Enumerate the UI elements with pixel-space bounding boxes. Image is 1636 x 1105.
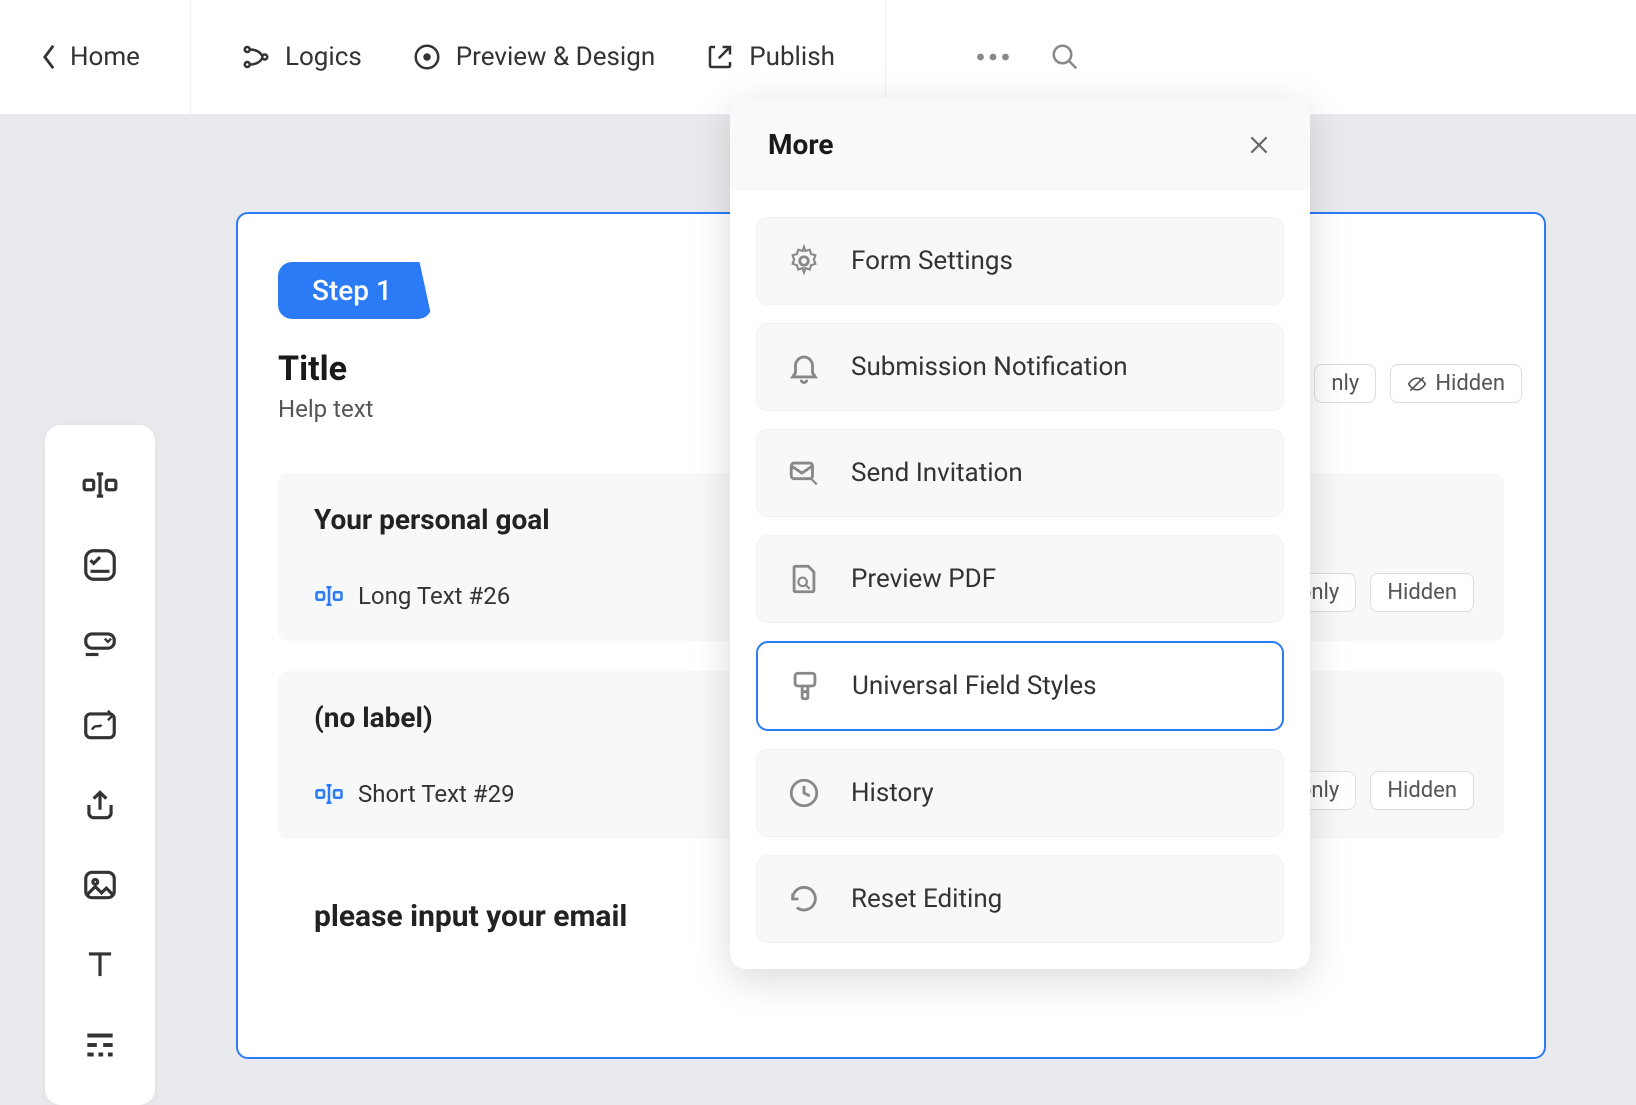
long-text-icon — [314, 581, 344, 611]
popup-send-invitation[interactable]: Send Invitation — [756, 429, 1284, 517]
pill-label: Hidden — [1387, 580, 1457, 605]
home-button[interactable]: Home — [40, 0, 191, 114]
popup-item-label: History — [851, 778, 934, 808]
home-label: Home — [70, 42, 140, 72]
popup-item-label: Universal Field Styles — [852, 671, 1097, 701]
nav-logics[interactable]: Logics — [241, 42, 362, 72]
sidebar-text-input[interactable] — [80, 465, 120, 505]
popup-item-label: Send Invitation — [851, 458, 1023, 488]
logics-icon — [241, 42, 271, 72]
pill-label: nly — [1331, 371, 1359, 396]
hidden-pill[interactable]: Hidden — [1370, 771, 1474, 810]
nav-preview-label: Preview & Design — [456, 42, 655, 72]
nav-logics-label: Logics — [285, 42, 362, 72]
hidden-icon — [1407, 374, 1427, 394]
search-icon[interactable] — [1050, 42, 1080, 72]
sidebar-image[interactable] — [80, 865, 120, 905]
sidebar-dropdown[interactable] — [80, 625, 120, 665]
publish-icon — [705, 42, 735, 72]
nav-publish[interactable]: Publish — [705, 42, 835, 72]
pill-label: Hidden — [1435, 371, 1505, 396]
popup-header: More — [730, 98, 1310, 191]
pill-label: Hidden — [1387, 778, 1457, 803]
popup-item-label: Preview PDF — [851, 564, 996, 594]
gear-icon — [787, 244, 821, 278]
sidebar-signature[interactable] — [80, 705, 120, 745]
nav-publish-label: Publish — [749, 42, 835, 72]
readonly-pill[interactable]: nly — [1314, 364, 1376, 403]
bell-icon — [787, 350, 821, 384]
popup-preview-pdf[interactable]: Preview PDF — [756, 535, 1284, 623]
paintbrush-icon — [788, 669, 822, 703]
popup-item-label: Submission Notification — [851, 352, 1128, 382]
popup-title: More — [768, 128, 833, 161]
clock-icon — [787, 776, 821, 810]
hidden-pill[interactable]: Hidden — [1370, 573, 1474, 612]
popup-body: Form Settings Submission Notification Se… — [730, 191, 1310, 969]
undo-icon — [787, 882, 821, 916]
sidebar-upload[interactable] — [80, 785, 120, 825]
short-text-icon — [314, 779, 344, 809]
hidden-pill[interactable]: Hidden — [1390, 364, 1522, 403]
preview-icon — [412, 42, 442, 72]
popup-universal-field-styles[interactable]: Universal Field Styles — [756, 641, 1284, 731]
nav-icon-group — [976, 42, 1080, 72]
step-badge[interactable]: Step 1 — [278, 262, 432, 319]
nav-preview[interactable]: Preview & Design — [412, 42, 655, 72]
sidebar-text[interactable] — [80, 945, 120, 985]
canvas-pills: nly Hidden — [1314, 364, 1522, 403]
chevron-left-icon — [40, 43, 58, 71]
popup-form-settings[interactable]: Form Settings — [756, 217, 1284, 305]
field-type-label: Long Text #26 — [358, 582, 510, 610]
popup-item-label: Form Settings — [851, 246, 1013, 276]
popup-item-label: Reset Editing — [851, 884, 1002, 914]
close-icon[interactable] — [1246, 132, 1272, 158]
popup-reset-editing[interactable]: Reset Editing — [756, 855, 1284, 943]
mail-edit-icon — [787, 456, 821, 490]
pdf-icon — [787, 562, 821, 596]
more-icon[interactable] — [976, 52, 1010, 62]
field-type-label: Short Text #29 — [358, 780, 515, 808]
left-sidebar — [45, 425, 155, 1105]
popup-history[interactable]: History — [756, 749, 1284, 837]
popup-submission-notification[interactable]: Submission Notification — [756, 323, 1284, 411]
sidebar-checklist[interactable] — [80, 545, 120, 585]
sidebar-layout[interactable] — [80, 1025, 120, 1065]
nav-divider — [885, 0, 886, 114]
more-popup: More Form Settings Submission Notificati… — [730, 98, 1310, 969]
